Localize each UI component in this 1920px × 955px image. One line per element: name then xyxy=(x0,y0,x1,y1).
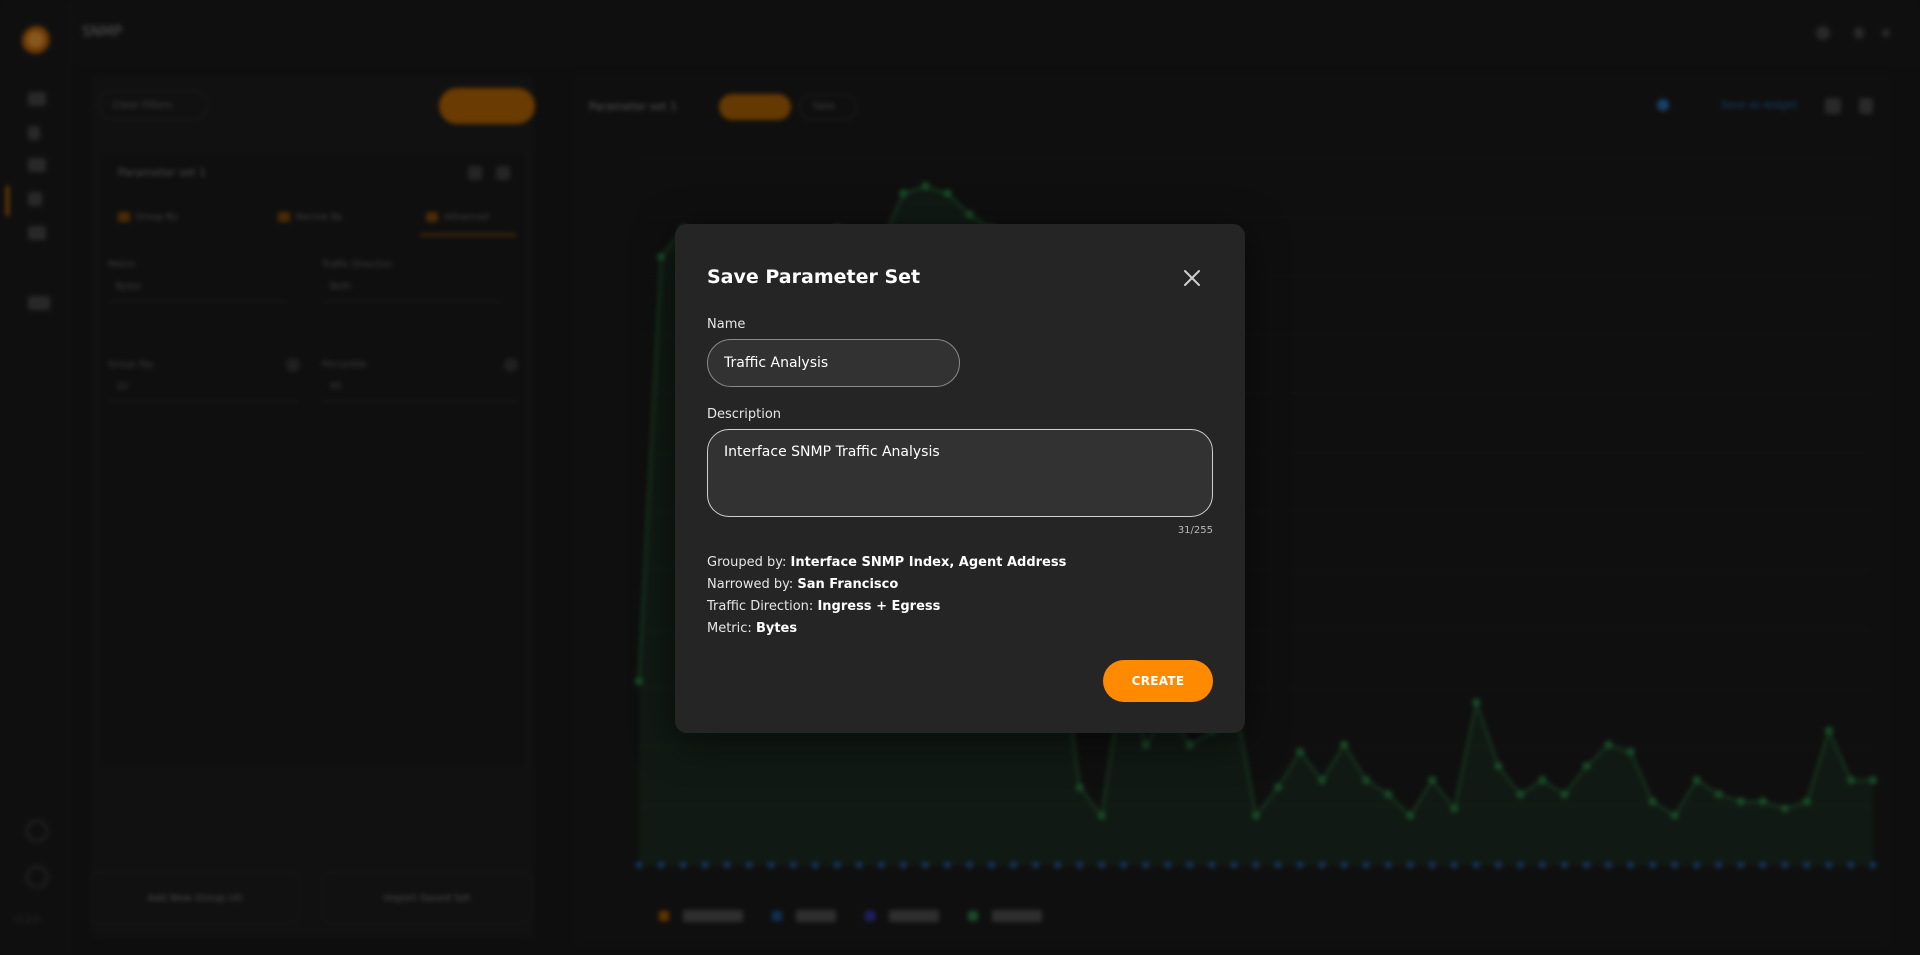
save-parameter-set-dialog: Save Parameter Set Name Description 31/2… xyxy=(675,224,1245,733)
description-textarea[interactable] xyxy=(707,429,1213,517)
app-root: v1.0.0 SNMP Clear Filters Parameter set … xyxy=(0,0,1920,955)
dialog-title: Save Parameter Set xyxy=(707,266,921,288)
summary-grouped-by: Grouped by: Interface SNMP Index, Agent … xyxy=(707,555,1067,570)
character-count: 31/255 xyxy=(1177,525,1213,536)
summary-metric: Metric: Bytes xyxy=(707,621,798,636)
create-button[interactable]: CREATE xyxy=(1103,660,1213,702)
name-label: Name xyxy=(707,317,746,332)
close-icon[interactable] xyxy=(1178,264,1206,292)
summary-traffic-direction: Traffic Direction: Ingress + Egress xyxy=(707,599,941,614)
summary-narrowed-by: Narrowed by: San Francisco xyxy=(707,577,899,592)
description-label: Description xyxy=(707,407,782,422)
name-input[interactable] xyxy=(707,339,960,387)
